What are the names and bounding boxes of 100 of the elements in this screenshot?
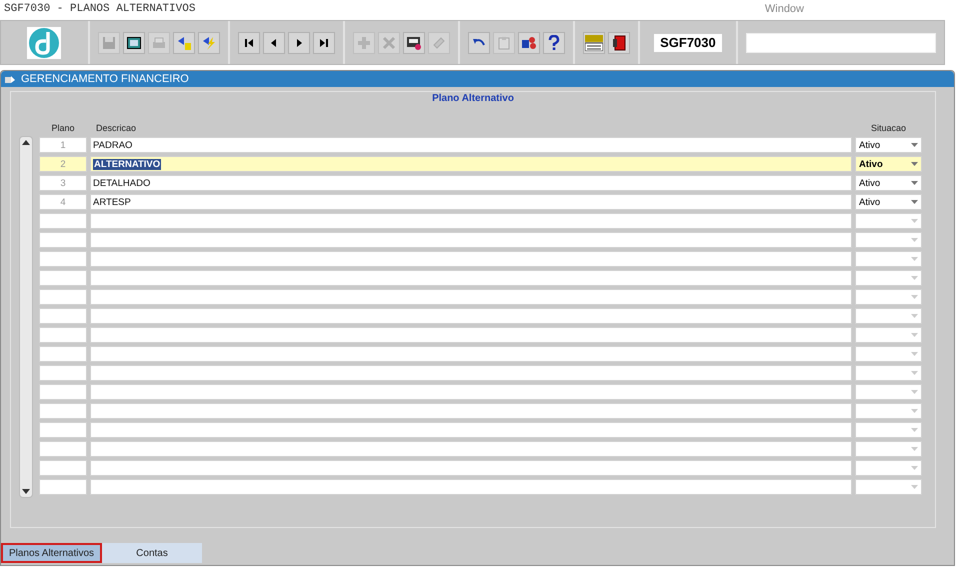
- toolbar-input-field[interactable]: [746, 32, 936, 52]
- previous-record-icon: [268, 38, 279, 48]
- toolbar-button[interactable]: [608, 32, 630, 54]
- column-header: Descricao: [95, 122, 138, 135]
- descricao-field[interactable]: [90, 308, 852, 324]
- situacao-dropdown[interactable]: [855, 422, 922, 438]
- dropdown-caret-icon: [911, 314, 918, 318]
- descricao-field[interactable]: PADRAO: [90, 137, 852, 153]
- descricao-field[interactable]: [90, 460, 852, 476]
- column-header: Plano: [50, 122, 76, 135]
- toolbar-button[interactable]: [468, 32, 490, 54]
- descricao-field[interactable]: ALTERNATIVO: [90, 156, 852, 172]
- descricao-field[interactable]: [90, 422, 852, 438]
- situacao-dropdown[interactable]: [855, 346, 922, 362]
- toolbar-button[interactable]: [582, 32, 605, 54]
- eraser-icon: [432, 36, 446, 50]
- situacao-dropdown[interactable]: [855, 308, 922, 324]
- descricao-field[interactable]: DETALHADO: [90, 175, 852, 191]
- tab[interactable]: Contas: [102, 543, 202, 563]
- plano-cell[interactable]: [39, 346, 87, 362]
- plano-cell[interactable]: [39, 270, 87, 286]
- situacao-dropdown[interactable]: [855, 289, 922, 305]
- descricao-field[interactable]: [90, 251, 852, 267]
- descricao-field[interactable]: [90, 327, 852, 343]
- clipboard-icon: [498, 36, 510, 50]
- plano-cell[interactable]: [39, 365, 87, 381]
- plano-cell[interactable]: [39, 251, 87, 267]
- toolbar-button[interactable]: [288, 32, 310, 54]
- plano-cell[interactable]: [39, 441, 87, 457]
- situacao-dropdown[interactable]: [855, 403, 922, 419]
- situacao-dropdown[interactable]: [855, 251, 922, 267]
- plano-cell[interactable]: [39, 479, 87, 495]
- toolbar-button[interactable]: [312, 32, 335, 54]
- descricao-field[interactable]: [90, 384, 852, 400]
- situacao-dropdown[interactable]: [855, 384, 922, 400]
- exit-door-icon: [612, 34, 626, 50]
- toolbar-button[interactable]: [542, 32, 565, 54]
- tab[interactable]: Planos Alternativos: [1, 543, 102, 563]
- dropdown-caret-icon: [911, 181, 918, 185]
- plano-cell[interactable]: [39, 422, 87, 438]
- descricao-field[interactable]: [90, 270, 852, 286]
- descricao-field[interactable]: [90, 441, 852, 457]
- toolbar-button[interactable]: [518, 32, 540, 54]
- plano-cell[interactable]: [39, 308, 87, 324]
- undo-icon: [472, 36, 486, 48]
- dropdown-caret-icon: [911, 276, 918, 280]
- column-header: Situacao: [870, 122, 908, 135]
- selected-text: ALTERNATIVO: [93, 158, 162, 170]
- descricao-field[interactable]: [90, 232, 852, 248]
- app-title: SGF7030 - PLANOS ALTERNATIVOS: [4, 3, 196, 15]
- scrollbar[interactable]: [19, 136, 33, 498]
- descricao-field[interactable]: [90, 479, 852, 495]
- toolbar-button[interactable]: [402, 32, 425, 54]
- form-code-field: SGF7030: [654, 34, 722, 52]
- descricao-field[interactable]: [90, 346, 852, 362]
- plano-cell[interactable]: [39, 289, 87, 305]
- descricao-field[interactable]: ARTESP: [90, 194, 852, 210]
- monitor-icon: [126, 36, 141, 48]
- dropdown-caret-icon: [911, 295, 918, 299]
- situacao-dropdown[interactable]: [855, 232, 922, 248]
- situacao-dropdown[interactable]: [855, 460, 922, 476]
- menu-icon: [584, 34, 603, 50]
- dropdown-caret-icon: [911, 447, 918, 451]
- situacao-dropdown[interactable]: [855, 441, 922, 457]
- dropdown-caret-icon: [911, 257, 918, 261]
- dropdown-caret-icon: [911, 219, 918, 223]
- situacao-dropdown[interactable]: Ativo: [855, 194, 922, 210]
- window-title: GERENCIAMENTO FINANCEIRO: [21, 73, 189, 85]
- toolbar-button[interactable]: [262, 32, 285, 54]
- logo-icon: [27, 26, 62, 58]
- situacao-dropdown[interactable]: [855, 479, 922, 495]
- descricao-field[interactable]: [90, 289, 852, 305]
- plano-cell[interactable]: [39, 403, 87, 419]
- situacao-dropdown[interactable]: [855, 213, 922, 229]
- situacao-dropdown[interactable]: Ativo: [855, 137, 922, 153]
- descricao-field[interactable]: [90, 365, 852, 381]
- situacao-dropdown[interactable]: [855, 327, 922, 343]
- cross-icon: [382, 36, 396, 50]
- scroll-up-icon[interactable]: [22, 140, 30, 145]
- scroll-down-icon[interactable]: [22, 489, 30, 494]
- plano-cell[interactable]: [39, 213, 87, 229]
- window-menu[interactable]: Window: [764, 3, 804, 15]
- plano-cell[interactable]: [39, 384, 87, 400]
- lightning-icon: [200, 34, 217, 50]
- toolbar-button[interactable]: [238, 32, 260, 54]
- plus-icon: [356, 36, 371, 50]
- dropdown-caret-icon: [911, 143, 918, 147]
- dropdown-caret-icon: [911, 485, 918, 489]
- descricao-field[interactable]: [90, 213, 852, 229]
- situacao-dropdown[interactable]: Ativo: [855, 175, 922, 191]
- plano-cell[interactable]: [39, 460, 87, 476]
- printer-icon: [152, 36, 166, 48]
- descricao-field[interactable]: [90, 403, 852, 419]
- toolbar-button[interactable]: [122, 32, 145, 54]
- situacao-dropdown[interactable]: Ativo: [855, 156, 922, 172]
- plano-cell[interactable]: [39, 327, 87, 343]
- situacao-dropdown[interactable]: [855, 270, 922, 286]
- plano-cell[interactable]: [39, 232, 87, 248]
- last-record-icon: [318, 38, 329, 48]
- situacao-dropdown[interactable]: [855, 365, 922, 381]
